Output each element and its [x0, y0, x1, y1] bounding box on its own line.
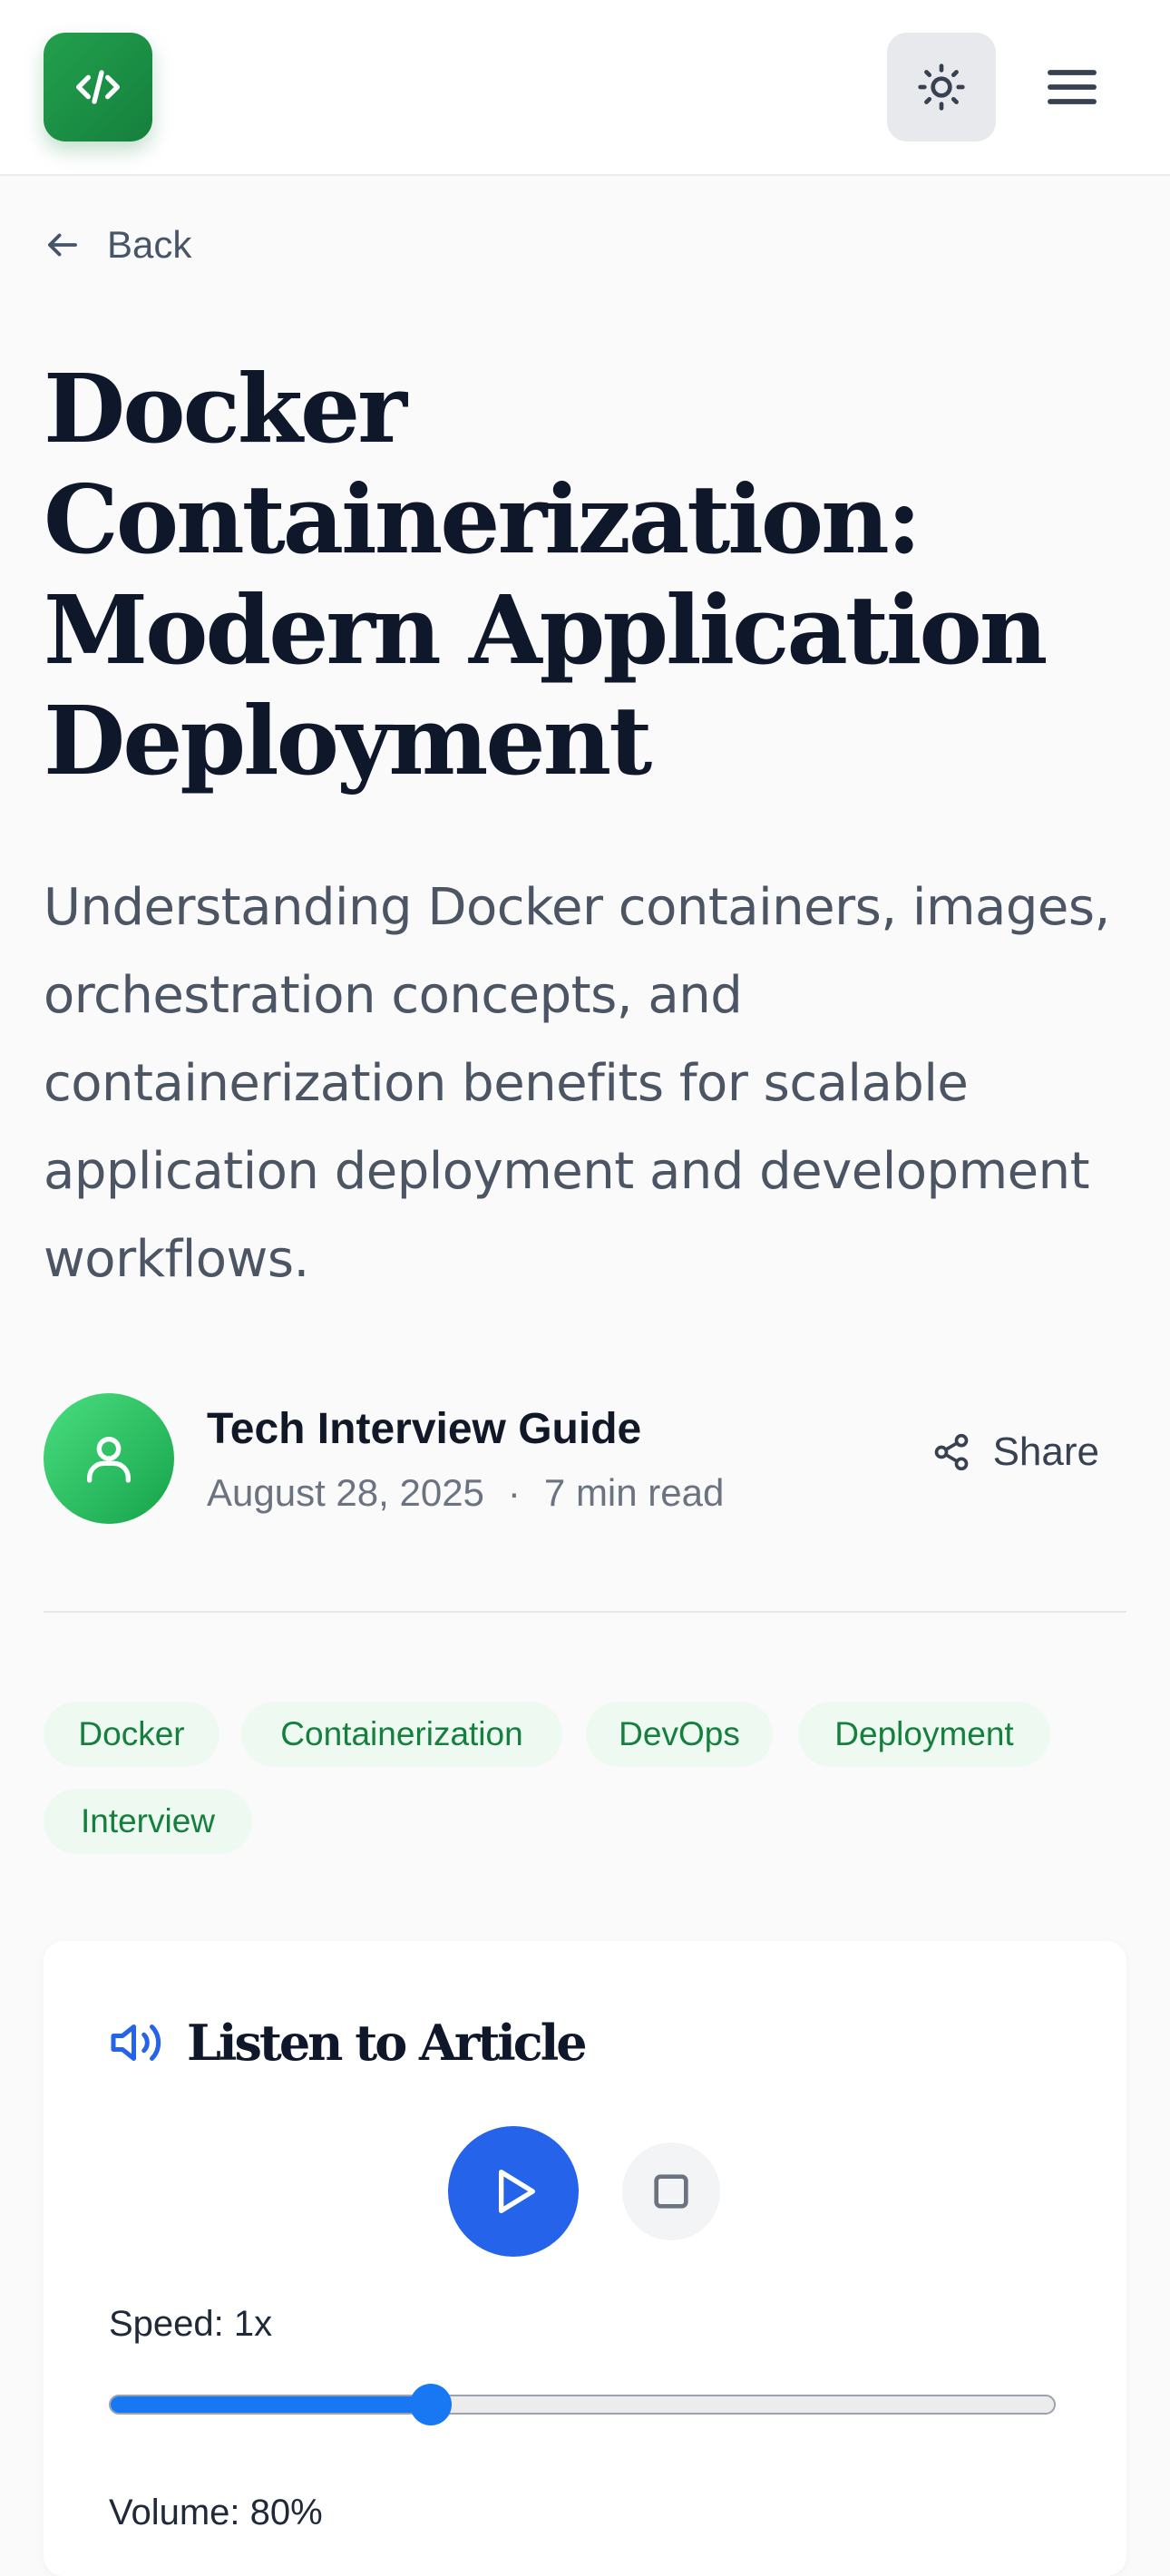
audio-player-header: Listen to Article: [109, 2014, 588, 2072]
user-icon: [87, 1437, 131, 1483]
arrow-left-icon: [48, 233, 77, 257]
audio-player-title: Listen to Article: [187, 2014, 588, 2072]
article-title: Docker Containerization: Modern Applicat…: [44, 353, 1048, 796]
tag-docker[interactable]: Docker: [44, 1702, 219, 1767]
speed-slider-thumb[interactable]: [409, 2384, 452, 2425]
back-label: Back: [107, 223, 192, 266]
theme-toggle-button[interactable]: [887, 33, 996, 141]
stop-icon: [654, 2174, 688, 2209]
speed-slider-track[interactable]: [109, 2395, 1056, 2415]
publish-date: August 28, 2025: [207, 1471, 484, 1514]
audio-player-card: Listen to Article Speed: 1x Volume: 80%: [44, 1941, 1126, 2576]
tag-interview[interactable]: Interview: [44, 1789, 252, 1854]
menu-button[interactable]: [1018, 44, 1126, 131]
author-name: Tech Interview Guide: [207, 1405, 642, 1453]
article-subtitle: Understanding Docker containers, images,…: [44, 878, 1110, 1289]
author-row: Tech Interview Guide August 28, 2025 · 7…: [44, 1393, 1126, 1524]
tag-devops[interactable]: DevOps: [586, 1702, 773, 1767]
article-meta: August 28, 2025 · 7 min read: [207, 1471, 724, 1515]
divider: [44, 1611, 1126, 1613]
back-link[interactable]: Back: [44, 218, 191, 272]
speed-slider-fill: [111, 2396, 432, 2413]
code-icon: [76, 70, 120, 104]
share-button[interactable]: Share: [931, 1429, 1099, 1475]
hamburger-menu-icon: [1048, 70, 1097, 104]
avatar: [44, 1393, 174, 1524]
meta-separator: ·: [507, 1471, 521, 1514]
top-header: [0, 0, 1170, 176]
speed-label: Speed: 1x: [109, 2304, 273, 2344]
play-button[interactable]: [448, 2126, 579, 2257]
share-icon: [934, 1433, 968, 1471]
play-icon: [499, 2170, 535, 2213]
stop-button[interactable]: [622, 2142, 720, 2240]
share-label: Share: [992, 1429, 1099, 1474]
speaker-icon: [111, 2025, 161, 2061]
read-time: 7 min read: [543, 1471, 725, 1514]
site-logo[interactable]: [44, 33, 152, 141]
tag-containerization[interactable]: Containerization: [241, 1702, 562, 1767]
volume-label: Volume: 80%: [109, 2493, 323, 2532]
sun-icon: [918, 63, 965, 111]
tag-deployment[interactable]: Deployment: [798, 1702, 1050, 1767]
